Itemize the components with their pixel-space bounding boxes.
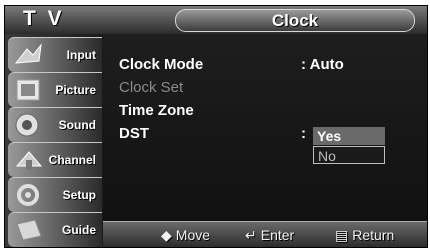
input-icon [14, 43, 42, 64]
tv-label: T V [23, 7, 65, 30]
menu-title-pill: Clock [175, 9, 415, 32]
menu-item-dst[interactable]: DST [119, 125, 149, 142]
dst-option-no[interactable]: No [313, 146, 385, 164]
return-hint: ▤ Return [335, 227, 394, 244]
sidebar-item-sound[interactable]: Sound [8, 107, 102, 142]
header-bar: T V Clock [5, 6, 427, 34]
menu-item-time-zone[interactable]: Time Zone [119, 102, 194, 119]
sidebar-item-picture[interactable]: Picture [8, 72, 102, 107]
menu-title: Clock [271, 11, 319, 30]
enter-icon: ↵ [245, 227, 257, 243]
clock-menu-panel: Clock Mode : Auto Clock Set Time Zone DS… [103, 34, 427, 221]
footer-hint-bar: ◆ Move ↵ Enter ▤ Return [103, 221, 427, 247]
enter-hint-label: Enter [260, 227, 295, 243]
setup-icon [17, 184, 39, 206]
guide-icon [16, 219, 42, 241]
move-arrows-icon: ◆ [161, 227, 172, 243]
return-hint-label: Return [352, 227, 395, 243]
sidebar-item-channel[interactable]: Channel [8, 142, 102, 177]
sidebar-item-label: Sound [58, 118, 96, 132]
sidebar-item-guide[interactable]: Guide [8, 212, 102, 247]
menu-item-clock-set: Clock Set [119, 79, 184, 96]
menu-item-clock-mode[interactable]: Clock Mode [119, 56, 203, 73]
sidebar-item-label: Setup [62, 188, 96, 202]
sidebar: Input Picture Sound Channel Setup Guide [5, 34, 103, 247]
channel-icon [15, 151, 43, 170]
sidebar-item-label: Input [66, 48, 96, 62]
dst-colon: : [301, 125, 306, 142]
osd-frame: T V Clock Input Picture Sound Channel Se… [4, 5, 428, 248]
return-icon: ▤ [335, 227, 349, 243]
sidebar-item-setup[interactable]: Setup [8, 177, 102, 212]
clock-mode-value: : Auto [301, 56, 344, 73]
sidebar-item-label: Guide [61, 223, 96, 237]
picture-icon [16, 79, 40, 101]
sidebar-item-label: Picture [55, 83, 96, 97]
sidebar-item-input[interactable]: Input [8, 37, 102, 72]
move-hint: ◆ Move [161, 227, 210, 244]
sidebar-item-label: Channel [48, 153, 96, 167]
dst-option-yes[interactable]: Yes [313, 127, 385, 145]
sound-icon [15, 113, 39, 137]
enter-hint: ↵ Enter [245, 227, 294, 244]
move-hint-label: Move [175, 227, 211, 243]
tv-osd-screen: T V Clock Input Picture Sound Channel Se… [0, 0, 430, 252]
